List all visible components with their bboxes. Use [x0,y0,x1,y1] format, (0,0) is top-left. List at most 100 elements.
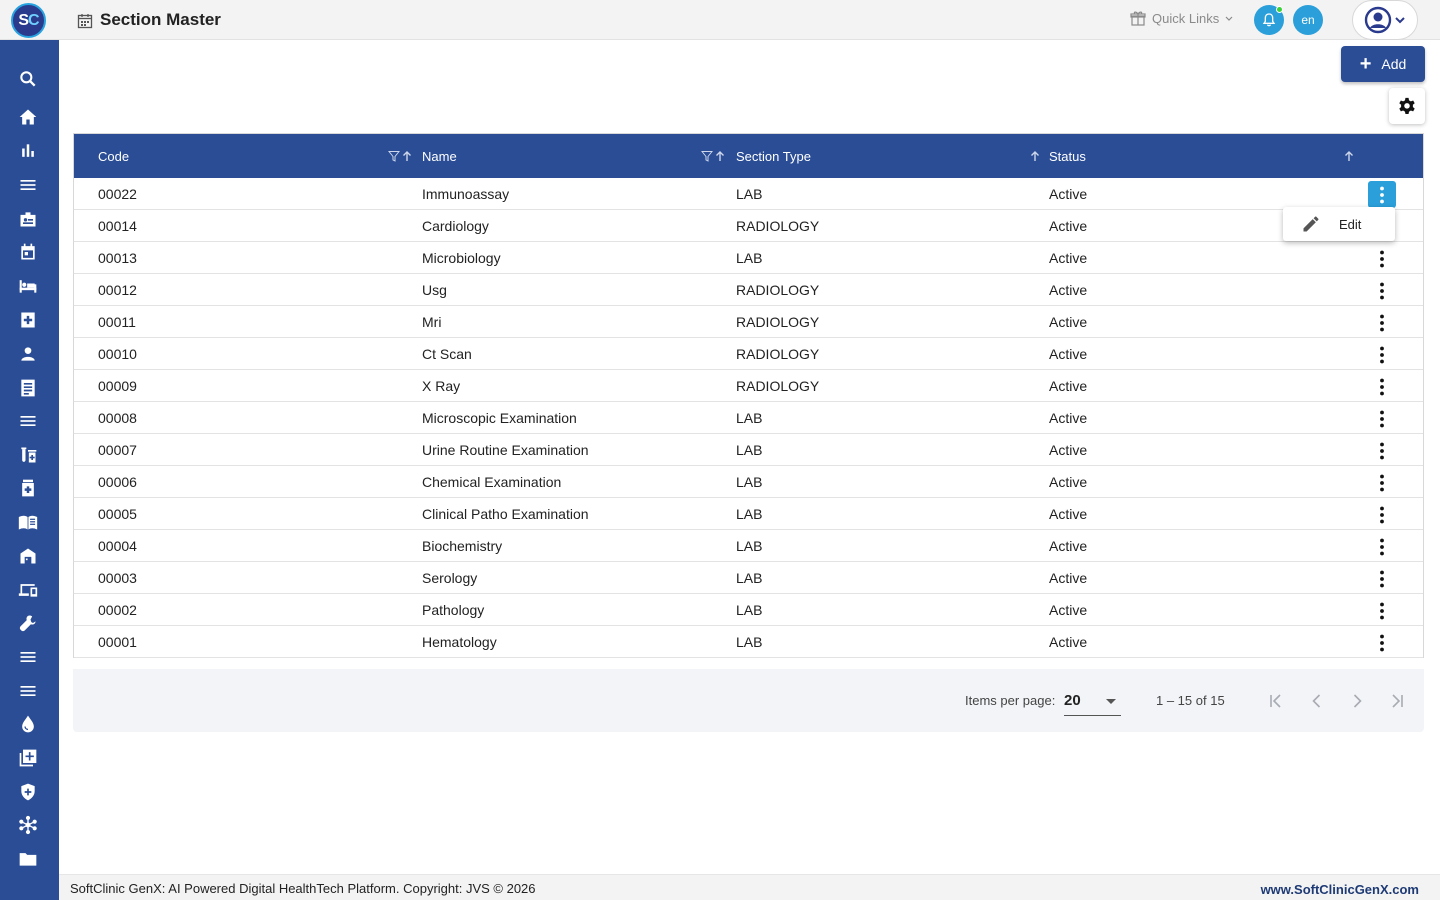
row-actions-button[interactable] [1368,533,1396,560]
sidebar-medical[interactable] [16,308,40,332]
column-header-status[interactable]: Status [1049,134,1086,178]
cell-name: Microbiology [422,250,501,266]
name-header-actions [701,134,726,178]
previous-page-button[interactable] [1305,689,1329,713]
footer-website-link[interactable]: www.SoftClinicGenX.com [1261,882,1419,897]
table-row[interactable]: 00005 Clinical Patho Examination LAB Active [74,498,1423,530]
table-row[interactable]: 00009 X Ray RADIOLOGY Active [74,370,1423,402]
sort-arrow-up-icon[interactable] [1029,150,1041,162]
table-row[interactable]: 00004 Biochemistry LAB Active [74,530,1423,562]
quick-links-label: Quick Links [1152,10,1220,26]
sidebar-store[interactable] [16,544,40,568]
cell-name: Serology [422,570,478,586]
cell-name: Immunoassay [422,186,510,202]
sidebar-security[interactable] [16,780,40,804]
sidebar-add[interactable] [16,746,40,770]
sidebar-menu-3[interactable] [16,645,40,669]
row-actions-button[interactable] [1368,565,1396,592]
table-row[interactable]: 00013 Microbiology LAB Active [74,242,1423,274]
row-actions-button[interactable] [1368,341,1396,368]
row-actions-button[interactable] [1368,501,1396,528]
cell-section-type: LAB [736,474,763,490]
medication-icon [22,479,34,497]
last-page-button[interactable] [1385,689,1409,713]
last-page-icon [1392,694,1403,708]
table-row[interactable]: 00012 Usg RADIOLOGY Active [74,274,1423,306]
sidebar-integrations[interactable] [16,813,40,837]
cell-name: Usg [422,282,447,298]
row-actions-button[interactable] [1368,437,1396,464]
search-icon [20,71,36,87]
sidebar-files[interactable] [16,847,40,871]
table-row[interactable]: 00003 Serology LAB Active [74,562,1423,594]
sidebar-tools[interactable] [16,611,40,635]
row-actions-button[interactable] [1368,405,1396,432]
row-actions-button[interactable] [1368,277,1396,304]
first-page-button[interactable] [1264,689,1288,713]
column-header-code[interactable]: Code [98,134,129,178]
more-vertical-icon [1380,474,1384,491]
sidebar-calendar[interactable] [16,240,40,264]
sidebar-menu-4[interactable] [16,679,40,703]
sidebar-reports[interactable] [16,139,40,163]
sidebar-billing[interactable] [16,376,40,400]
sidebar-home[interactable] [16,105,40,129]
row-actions-button[interactable] [1368,469,1396,496]
sidebar-blood-bank[interactable] [16,712,40,736]
row-actions-button[interactable] [1368,245,1396,272]
table-row[interactable]: 00006 Chemical Examination LAB Active [74,466,1423,498]
add-button[interactable]: + Add [1341,46,1425,82]
page-title: Section Master [100,10,221,29]
gift-icon [1130,11,1146,26]
sort-arrow-up-icon[interactable] [714,150,726,162]
table-row[interactable]: 00011 Mri RADIOLOGY Active [74,306,1423,338]
sidebar-library[interactable] [16,510,40,534]
row-actions-button[interactable] [1368,597,1396,624]
edit-menu-item[interactable]: Edit [1339,217,1361,232]
cell-status: Active [1049,506,1088,522]
chevron-right-icon [1353,694,1362,708]
sidebar-lab[interactable] [16,443,40,467]
table-row[interactable]: 00022 Immunoassay LAB Active [74,178,1423,210]
sidebar-beds[interactable] [16,274,40,298]
quick-links-menu[interactable]: Quick Links [1130,10,1233,26]
table-row[interactable]: 00010 Ct Scan RADIOLOGY Active [74,338,1423,370]
table-row[interactable]: 00014 Cardiology RADIOLOGY Active [74,210,1423,242]
items-per-page-select[interactable]: 20 [1064,685,1121,716]
table-row[interactable]: 00002 Pathology LAB Active [74,594,1423,626]
next-page-button[interactable] [1345,689,1369,713]
cell-code: 00004 [98,538,137,554]
row-actions-button[interactable] [1368,309,1396,336]
cell-code: 00009 [98,378,137,394]
sidebar-badge[interactable] [16,207,40,231]
row-actions-button[interactable] [1368,629,1396,656]
sidebar-patients[interactable] [16,342,40,366]
table-row[interactable]: 00008 Microscopic Examination LAB Active [74,402,1423,434]
column-header-section-type[interactable]: Section Type [736,134,811,178]
filter-icon[interactable] [701,150,713,162]
sidebar-pharmacy[interactable] [16,476,40,500]
sidebar-search-icon[interactable] [16,67,40,91]
table-row[interactable]: 00007 Urine Routine Examination LAB Active [74,434,1423,466]
cell-status: Active [1049,378,1088,394]
language-button[interactable]: en [1293,5,1323,35]
sort-arrow-up-icon[interactable] [1343,150,1355,162]
app-logo[interactable]: SC [11,3,46,38]
filter-icon[interactable] [388,150,400,162]
notifications-button[interactable] [1254,5,1284,35]
devices-icon [18,584,38,597]
sidebar-devices[interactable] [16,578,40,602]
section-type-header-actions [1029,134,1041,178]
table-row[interactable]: 00001 Hematology LAB Active [74,626,1423,658]
row-actions-button[interactable] [1368,373,1396,400]
row-actions-button[interactable] [1368,181,1396,208]
sidebar-menu-1[interactable] [16,173,40,197]
cell-section-type: LAB [736,410,763,426]
column-header-name[interactable]: Name [422,134,457,178]
sidebar-menu-2[interactable] [16,409,40,433]
user-menu-button[interactable] [1352,0,1418,40]
more-vertical-icon [1380,634,1384,651]
sort-arrow-up-icon[interactable] [401,150,413,162]
table-settings-button[interactable] [1389,88,1425,124]
pencil-icon [1303,216,1319,232]
